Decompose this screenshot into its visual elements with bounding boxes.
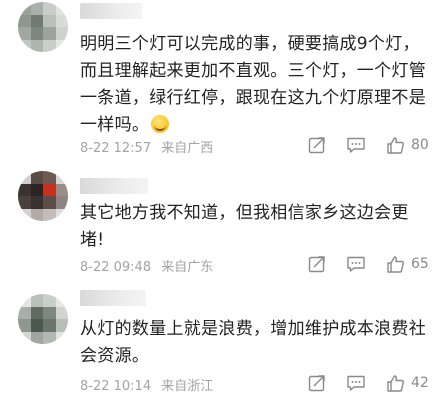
comment-item: 从灯的数量上就是浪费，增加维护成本浪费社会资源。 8-22 10:14 来自浙江 (0, 282, 439, 405)
share-button[interactable] (308, 134, 326, 156)
comment-meta: 8-22 09:48 来自广东 (80, 256, 213, 275)
location: 来自广东 (161, 260, 214, 275)
comment-actions: 42 (308, 372, 434, 394)
share-button[interactable] (308, 253, 326, 275)
username-redacted[interactable] (80, 178, 148, 194)
thumbs-up-icon (387, 255, 404, 273)
location: 来自浙江 (161, 379, 214, 394)
comment-icon (347, 137, 365, 153)
avatar[interactable] (18, 2, 68, 52)
like-button[interactable]: 42 (386, 372, 429, 394)
laughing-emoji-icon (151, 115, 170, 133)
share-icon (308, 375, 325, 392)
comment-text: 其它地方我不知道，但我相信家乡这边会更堵! (80, 200, 430, 254)
comment-feed: 明明三个灯可以完成的事，硬要搞成9个灯，而且理解起来更加不直观。三个灯，一个灯管… (0, 0, 439, 405)
comment-text: 明明三个灯可以完成的事，硬要搞成9个灯，而且理解起来更加不直观。三个灯，一个灯管… (80, 31, 430, 139)
comment-item: 明明三个灯可以完成的事，硬要搞成9个灯，而且理解起来更加不直观。三个灯，一个灯管… (0, 0, 439, 160)
comment-text-content: 从灯的数量上就是浪费，增加维护成本浪费社会资源。 (80, 319, 426, 366)
like-count: 65 (411, 256, 429, 272)
comment-text-content: 明明三个灯可以完成的事，硬要搞成9个灯，而且理解起来更加不直观。三个灯，一个灯管… (80, 34, 426, 135)
share-button[interactable] (308, 372, 326, 394)
comment-meta: 8-22 10:14 来自浙江 (80, 375, 213, 394)
username-redacted[interactable] (80, 3, 142, 19)
location: 来自广西 (161, 141, 214, 156)
like-button[interactable]: 80 (386, 134, 429, 156)
reply-button[interactable] (346, 372, 366, 394)
comment-actions: 65 (308, 253, 434, 275)
thumbs-up-icon (387, 374, 404, 392)
comment-text-content: 其它地方我不知道，但我相信家乡这边会更堵! (80, 203, 409, 250)
share-icon (308, 137, 325, 154)
like-count: 42 (411, 375, 429, 391)
timestamp: 8-22 12:57 (80, 141, 152, 156)
like-button[interactable]: 65 (386, 253, 429, 275)
timestamp: 8-22 10:14 (80, 379, 152, 394)
timestamp: 8-22 09:48 (80, 260, 152, 275)
avatar[interactable] (18, 171, 68, 221)
username-redacted[interactable] (80, 290, 146, 306)
comment-text: 从灯的数量上就是浪费，增加维护成本浪费社会资源。 (80, 316, 430, 370)
reply-button[interactable] (346, 134, 366, 156)
like-count: 80 (411, 137, 429, 153)
avatar[interactable] (18, 294, 68, 344)
share-icon (308, 256, 325, 273)
reply-button[interactable] (346, 253, 366, 275)
comment-meta: 8-22 12:57 来自广西 (80, 137, 213, 156)
comment-item: 其它地方我不知道，但我相信家乡这边会更堵! 8-22 09:48 来自广东 65 (0, 160, 439, 282)
comment-icon (347, 375, 365, 391)
comment-actions: 80 (308, 134, 434, 156)
comment-icon (347, 256, 365, 272)
thumbs-up-icon (387, 136, 404, 154)
